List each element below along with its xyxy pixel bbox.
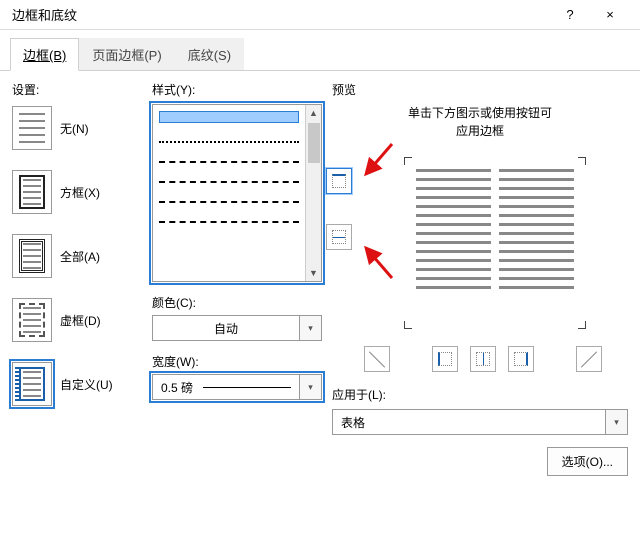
apply-to-value: 表格: [333, 410, 605, 434]
preview-label: 预览: [332, 81, 628, 98]
style-label: 样式(Y):: [152, 81, 322, 98]
style-listbox[interactable]: ▲ ▼: [152, 104, 322, 282]
chevron-down-icon: ▾: [299, 316, 321, 340]
custom-icon: [12, 362, 52, 406]
setting-grid[interactable]: 虚框(D): [12, 298, 142, 342]
style-column: 样式(Y): ▲ ▼ 颜色(C): 自动 ▾ 宽度(W):: [152, 81, 322, 476]
setting-all[interactable]: 全部(A): [12, 234, 142, 278]
grid-icon: [12, 298, 52, 342]
tab-page-border[interactable]: 页面边框(P): [79, 38, 174, 70]
setting-label: 自定义(U): [60, 376, 113, 393]
preview-column: 预览 单击下方图示或使用按钮可 应用边框: [332, 81, 628, 476]
annotation-arrow-icon: [358, 242, 398, 282]
preview-hint: 单击下方图示或使用按钮可 应用边框: [332, 104, 628, 140]
color-value: 自动: [153, 316, 299, 340]
border-mid-v-button[interactable]: [470, 346, 496, 372]
preview-area: [362, 148, 628, 338]
settings-column: 设置: 无(N) 方框(X) 全部(A) 虚框(D): [12, 81, 142, 476]
style-dashdotdot[interactable]: [159, 221, 299, 223]
scroll-down-icon[interactable]: ▼: [309, 265, 318, 281]
border-diag-down-button[interactable]: [364, 346, 390, 372]
width-label: 宽度(W):: [152, 353, 322, 370]
titlebar: 边框和底纹 ? ×: [0, 0, 640, 30]
apply-to-dropdown[interactable]: 表格 ▾: [332, 409, 628, 435]
setting-none[interactable]: 无(N): [12, 106, 142, 150]
none-icon: [12, 106, 52, 150]
box-icon: [12, 170, 52, 214]
width-preview-line: [203, 387, 291, 388]
border-diag-up-button[interactable]: [576, 346, 602, 372]
setting-label: 无(N): [60, 120, 89, 137]
style-dashed[interactable]: [159, 181, 299, 183]
tabstrip: 边框(B) 页面边框(P) 底纹(S): [0, 30, 640, 71]
chevron-down-icon: ▾: [605, 410, 627, 434]
setting-label: 方框(X): [60, 184, 100, 201]
scroll-up-icon[interactable]: ▲: [309, 105, 318, 121]
window-title: 边框和底纹: [12, 5, 550, 24]
settings-label: 设置:: [12, 81, 142, 98]
preview-diagram[interactable]: [410, 163, 580, 323]
apply-to-label: 应用于(L):: [332, 386, 628, 403]
close-button[interactable]: ×: [590, 7, 630, 22]
tab-borders[interactable]: 边框(B): [10, 38, 79, 71]
border-right-button[interactable]: [508, 346, 534, 372]
style-dotted[interactable]: [159, 141, 299, 143]
border-top-button[interactable]: [326, 168, 352, 194]
setting-box[interactable]: 方框(X): [12, 170, 142, 214]
style-dashdot[interactable]: [159, 201, 299, 203]
options-button[interactable]: 选项(O)...: [547, 447, 628, 476]
color-label: 颜色(C):: [152, 294, 322, 311]
border-mid-h-button[interactable]: [326, 224, 352, 250]
help-button[interactable]: ?: [550, 7, 590, 22]
width-value: 0.5 磅: [153, 375, 299, 399]
tab-shading[interactable]: 底纹(S): [175, 38, 244, 70]
style-solid[interactable]: [159, 111, 299, 123]
setting-custom[interactable]: 自定义(U): [12, 362, 142, 406]
border-left-button[interactable]: [432, 346, 458, 372]
color-dropdown[interactable]: 自动 ▾: [152, 315, 322, 341]
width-dropdown[interactable]: 0.5 磅 ▾: [152, 374, 322, 400]
chevron-down-icon: ▾: [299, 375, 321, 399]
style-scrollbar[interactable]: ▲ ▼: [305, 105, 321, 281]
setting-label: 全部(A): [60, 248, 100, 265]
style-options: [153, 105, 305, 281]
annotation-arrow-icon: [358, 140, 398, 180]
scroll-thumb[interactable]: [308, 123, 320, 163]
all-icon: [12, 234, 52, 278]
setting-label: 虚框(D): [60, 312, 101, 329]
style-dashed-fine[interactable]: [159, 161, 299, 163]
bottom-border-buttons: [364, 346, 628, 372]
